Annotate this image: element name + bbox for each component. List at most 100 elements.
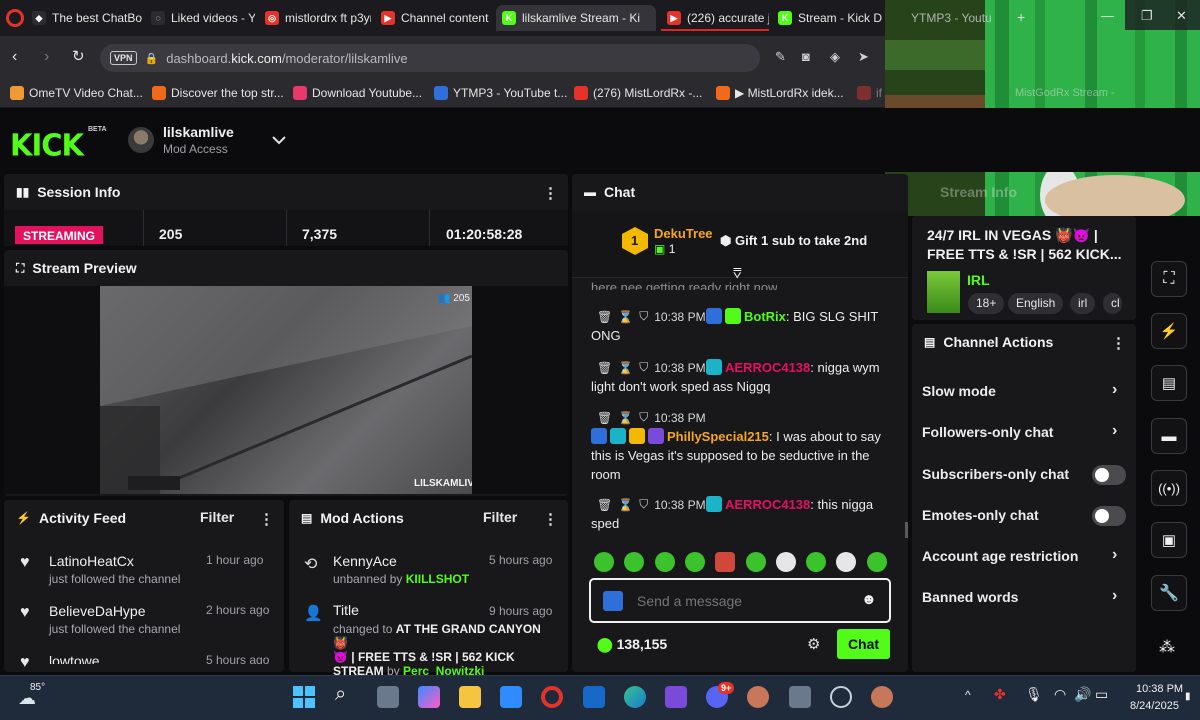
url-field[interactable]: VPN 🔒 dashboard.kick.com/moderator/lilsk… <box>100 44 760 72</box>
media-player-icon[interactable] <box>665 686 687 708</box>
clock-time[interactable]: 10:38 PM <box>1136 683 1183 695</box>
rail-quick-actions-button[interactable]: ⚡ <box>1151 313 1187 349</box>
bookmark-item[interactable]: ▶ MistLordRx idek... <box>716 86 844 100</box>
channel-points[interactable]: ⬤ 138,155 <box>597 636 667 653</box>
bookmark-item[interactable]: OmeTV Video Chat... <box>10 86 143 100</box>
bookmark-item[interactable]: (276) MistLordRx -... <box>574 86 702 100</box>
category-thumbnail[interactable] <box>927 271 960 313</box>
activity-username[interactable]: BelieveDaHype <box>49 603 146 619</box>
kick-logo[interactable]: KICK <box>10 127 84 163</box>
activity-username[interactable]: lowtowe <box>49 653 100 664</box>
reload-icon[interactable]: ↻ <box>72 47 85 65</box>
send-icon[interactable]: ➤ <box>858 49 869 65</box>
chat-resize-handle[interactable] <box>905 522 908 538</box>
chevron-right-icon[interactable]: › <box>1112 422 1117 440</box>
channel-action-slow-mode[interactable]: Slow mode <box>922 383 996 399</box>
emote-icon[interactable] <box>715 552 736 572</box>
chat-username[interactable]: BotRix <box>744 309 786 324</box>
rail-preview-button[interactable]: ⛶ <box>1151 261 1187 297</box>
app-icon[interactable] <box>747 686 769 708</box>
camera-icon[interactable] <box>789 686 811 708</box>
chat-username[interactable]: AERROC4138 <box>725 497 810 512</box>
ban-icon[interactable]: ⛉ <box>639 410 648 425</box>
activity-username[interactable]: LatinoHeatCx <box>49 553 134 569</box>
timeout-icon[interactable]: ⌛ <box>618 310 633 324</box>
integrations-icon[interactable]: ⁂ <box>1159 637 1175 657</box>
browser-tab[interactable]: ▶ Channel content <box>375 5 493 31</box>
mod-actions-kebab-icon[interactable]: ⋮ <box>543 510 558 528</box>
close-window-icon[interactable]: ✕ <box>1176 8 1187 24</box>
chat-settings-icon[interactable]: ⚙ <box>807 635 820 653</box>
delete-message-icon[interactable]: 🗑 <box>597 361 612 375</box>
channel-action-emotes-only-chat[interactable]: Emotes-only chat <box>922 507 1039 523</box>
channel-avatar[interactable] <box>128 127 154 153</box>
chat-username[interactable]: PhillySpecial215 <box>667 429 769 444</box>
edge-icon[interactable] <box>624 686 646 708</box>
chevron-down-icon[interactable] <box>271 134 287 146</box>
emote-icon[interactable] <box>594 552 614 572</box>
stream-tag[interactable]: irl <box>1070 293 1096 314</box>
emote-icon[interactable] <box>775 552 796 572</box>
browser-tab[interactable]: ◎ mistlordrx ft p3yn <box>259 5 371 31</box>
delete-message-icon[interactable]: 🗑 <box>597 310 612 324</box>
snapshot-icon[interactable]: ◙ <box>802 49 810 64</box>
stream-tag[interactable]: 18+ <box>968 293 1005 314</box>
tray-expand-icon[interactable]: ^ <box>965 688 971 702</box>
opera-menu-icon[interactable] <box>6 9 24 27</box>
clock-date[interactable]: 8/24/2025 <box>1130 700 1179 712</box>
store-icon[interactable] <box>500 686 522 708</box>
session-kebab-icon[interactable]: ⋮ <box>543 184 558 202</box>
stream-tag[interactable]: cl <box>1103 293 1122 314</box>
back-icon[interactable]: ‹ <box>12 48 17 66</box>
timeout-icon[interactable]: ⌛ <box>618 411 633 425</box>
activity-filter-button[interactable]: Filter <box>200 509 234 525</box>
edit-icon[interactable]: ✎ <box>775 49 786 65</box>
tray-app-icon[interactable]: ✤ <box>994 686 1006 703</box>
task-view-icon[interactable] <box>377 686 399 708</box>
channel-action-subscribers-only-chat[interactable]: Subscribers-only chat <box>922 466 1069 482</box>
timeout-icon[interactable]: ⌛ <box>618 361 633 375</box>
app-icon[interactable] <box>871 686 893 708</box>
vpn-badge[interactable]: VPN <box>110 51 137 65</box>
chat-username[interactable]: AERROC4138 <box>725 360 810 375</box>
notification-bell-icon[interactable]: ▮ <box>1185 691 1191 702</box>
mod-action-name[interactable]: KennyAce <box>333 553 397 569</box>
lock-icon[interactable]: 🔒 <box>145 52 159 65</box>
send-chat-button[interactable]: Chat <box>837 629 890 659</box>
rail-notes-button[interactable]: ▤ <box>1151 365 1187 401</box>
minimize-icon[interactable]: — <box>1101 8 1114 23</box>
delete-message-icon[interactable]: 🗑 <box>597 411 612 425</box>
emote-icon[interactable] <box>866 552 887 572</box>
emoji-picker-icon[interactable]: ☻ <box>861 591 877 608</box>
rail-chat-button[interactable]: ▬ <box>1151 418 1187 454</box>
channel-action-account-age-restriction[interactable]: Account age restriction <box>922 548 1078 564</box>
channel-action-followers-only-chat[interactable]: Followers-only chat <box>922 424 1053 440</box>
category-name[interactable]: IRL <box>967 272 990 288</box>
browser-tab[interactable]: Klilskamlive Stream - Ki <box>496 5 656 31</box>
activity-kebab-icon[interactable]: ⋮ <box>259 510 274 528</box>
volume-icon[interactable]: 🔊 <box>1074 686 1091 703</box>
ban-icon[interactable]: ⛉ <box>639 497 648 512</box>
maximize-icon[interactable]: ❐ <box>1141 8 1153 24</box>
emote-icon[interactable] <box>684 552 705 572</box>
browser-tab[interactable]: ◌ Liked videos - You <box>145 5 255 31</box>
channel-action-banned-words[interactable]: Banned words <box>922 589 1018 605</box>
shield-icon[interactable]: ◈ <box>830 49 840 65</box>
browser-tab[interactable]: ◆ The best ChatBot <box>26 5 142 31</box>
channel-name[interactable]: lilskamlive <box>163 124 234 140</box>
file-explorer-icon[interactable] <box>459 686 481 708</box>
search-icon[interactable]: ⌕ <box>335 683 346 706</box>
browser-tab[interactable]: ▶ (226) accurate jsh <box>661 5 769 31</box>
stream-tag[interactable]: English <box>1008 293 1064 314</box>
start-icon[interactable] <box>293 686 315 708</box>
forward-icon[interactable]: › <box>44 48 49 66</box>
emote-icon[interactable] <box>654 552 675 572</box>
chat-input[interactable]: ☻ <box>589 578 891 623</box>
ban-icon[interactable]: ⛉ <box>639 309 648 324</box>
bookmark-item[interactable]: Discover the top str... <box>152 86 284 100</box>
message-field[interactable] <box>637 590 847 612</box>
chevron-right-icon[interactable]: › <box>1112 381 1117 399</box>
outlook-icon[interactable] <box>583 686 605 708</box>
copilot-icon[interactable] <box>418 686 440 708</box>
bookmark-item[interactable]: Download Youtube... <box>293 86 422 100</box>
